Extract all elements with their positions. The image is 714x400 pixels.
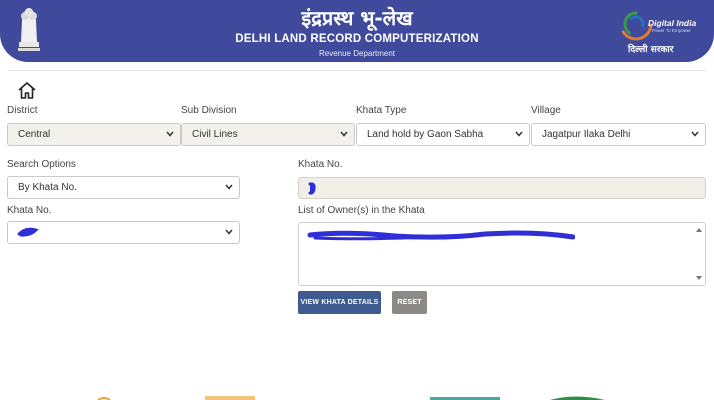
chevron-down-icon <box>166 131 174 137</box>
village-value: Jagatpur Ilaka Delhi <box>542 129 631 140</box>
footer-partner-logos <box>97 396 605 400</box>
redaction-mark <box>308 182 316 195</box>
sub-division-select[interactable]: Civil Lines <box>181 123 355 146</box>
chevron-down-icon <box>515 131 523 137</box>
sub-division-value: Civil Lines <box>192 129 238 140</box>
khata-type-value: Land hold by Gaon Sabha <box>367 129 484 140</box>
view-khata-details-button[interactable]: VIEW KHATA DETAILS <box>298 291 381 314</box>
header-subtitle: Revenue Department <box>318 49 396 58</box>
header-divider <box>8 70 706 71</box>
khata-no-input-label: Khata No. <box>298 159 343 170</box>
chevron-down-icon <box>691 131 699 137</box>
search-options-value: By Khata No. <box>18 182 77 193</box>
khata-type-label: Khata Type <box>356 105 407 116</box>
khata-no-select-label: Khata No. <box>7 205 52 216</box>
redaction-mark <box>307 230 575 241</box>
district-label: District <box>7 105 38 116</box>
village-select[interactable]: Jagatpur Ilaka Delhi <box>531 123 706 146</box>
district-select[interactable]: Central <box>7 123 181 146</box>
home-icon[interactable] <box>17 81 37 100</box>
redaction-mark <box>17 227 39 237</box>
khata-type-select[interactable]: Land hold by Gaon Sabha <box>356 123 530 146</box>
village-label: Village <box>531 105 561 116</box>
chevron-down-icon <box>340 131 348 137</box>
delhi-sarkar-label: दिल्ली सरकार <box>628 45 674 55</box>
site-header: इंद्रप्रस्थ भू-लेख DELHI LAND RECORD COM… <box>0 0 714 62</box>
khata-no-select[interactable] <box>7 221 240 244</box>
scroll-up-icon[interactable] <box>695 226 703 234</box>
sub-division-label: Sub Division <box>181 105 237 116</box>
header-title: DELHI LAND RECORD COMPUTERIZATION <box>235 33 479 45</box>
chevron-down-icon <box>225 229 233 235</box>
scroll-down-icon[interactable] <box>695 274 703 282</box>
khata-no-input[interactable] <box>298 177 706 199</box>
owners-list-textarea[interactable] <box>298 222 706 286</box>
digital-india-title: Digital India <box>648 18 697 28</box>
owners-list-label: List of Owner(s) in the Khata <box>298 205 425 216</box>
search-options-label: Search Options <box>7 159 76 170</box>
district-value: Central <box>18 129 51 140</box>
chevron-down-icon <box>225 184 233 190</box>
digital-india-tagline: Power To Empower <box>652 28 691 33</box>
reset-button[interactable]: RESET <box>392 291 427 314</box>
header-title-hindi: इंद्रप्रस्थ भू-लेख <box>301 6 413 30</box>
search-options-select[interactable]: By Khata No. <box>7 176 240 199</box>
